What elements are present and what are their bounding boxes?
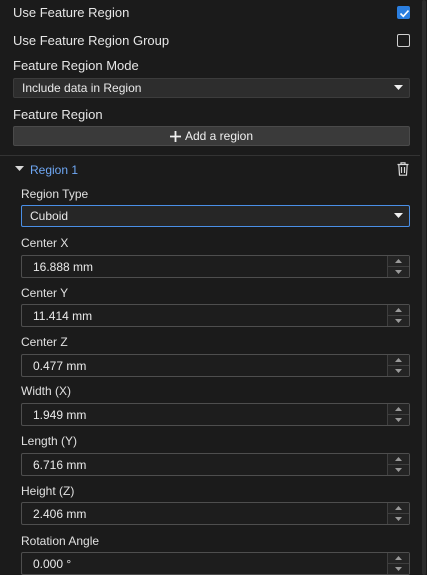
decrement-button[interactable]: [388, 415, 409, 425]
region-type-label: Region Type: [21, 187, 89, 201]
region-title[interactable]: Region 1: [30, 162, 78, 178]
decrement-button[interactable]: [388, 267, 409, 277]
center-z-value: 0.477 mm: [33, 359, 87, 373]
decrement-button[interactable]: [388, 465, 409, 475]
spin-buttons: [387, 454, 409, 475]
center-y-value: 11.414 mm: [33, 309, 93, 323]
chevron-down-icon: [394, 85, 403, 90]
use-feature-region-checkbox[interactable]: [397, 6, 410, 19]
center-x-value: 16.888 mm: [33, 260, 94, 274]
arrow-up-icon: [395, 308, 402, 312]
spin-buttons: [387, 256, 409, 277]
spin-buttons: [387, 553, 409, 574]
spin-buttons: [387, 355, 409, 376]
collapse-triangle-icon[interactable]: [15, 166, 24, 172]
length-y-value: 6.716 mm: [33, 458, 87, 472]
arrow-up-icon: [395, 259, 402, 263]
plus-icon: [169, 131, 181, 142]
arrow-down-icon: [395, 418, 402, 422]
rotation-angle-value: 0.000 °: [33, 557, 72, 571]
checkmark-icon: [399, 10, 410, 18]
arrow-down-icon: [395, 517, 402, 521]
center-y-label: Center Y: [21, 286, 69, 300]
increment-button[interactable]: [388, 256, 409, 267]
width-x-spinbox[interactable]: 1.949 mm: [21, 403, 410, 426]
spin-buttons: [387, 503, 409, 524]
decrement-button[interactable]: [388, 316, 409, 326]
rotation-angle-spinbox[interactable]: 0.000 °: [21, 552, 410, 575]
arrow-up-icon: [395, 506, 402, 510]
center-z-label: Center Z: [21, 335, 68, 349]
height-z-label: Height (Z): [21, 484, 75, 498]
arrow-up-icon: [395, 457, 402, 461]
height-z-value: 2.406 mm: [33, 507, 87, 521]
use-feature-region-group-label: Use Feature Region Group: [13, 33, 170, 48]
feature-region-mode-dropdown[interactable]: Include data in Region: [13, 78, 410, 98]
rotation-angle-label: Rotation Angle: [21, 534, 100, 548]
center-y-spinbox[interactable]: 11.414 mm: [21, 304, 410, 327]
center-z-spinbox[interactable]: 0.477 mm: [21, 354, 410, 377]
length-y-spinbox[interactable]: 6.716 mm: [21, 453, 410, 476]
decrement-button[interactable]: [388, 514, 409, 524]
feature-region-mode-value: Include data in Region: [22, 81, 142, 95]
add-region-button[interactable]: Add a region: [13, 126, 410, 146]
arrow-down-icon: [395, 369, 402, 373]
scrollbar-thumb[interactable]: [422, 0, 426, 575]
arrow-down-icon: [395, 567, 402, 571]
height-z-spinbox[interactable]: 2.406 mm: [21, 502, 410, 525]
spin-buttons: [387, 404, 409, 425]
increment-button[interactable]: [388, 404, 409, 415]
arrow-down-icon: [395, 468, 402, 472]
center-x-spinbox[interactable]: 16.888 mm: [21, 255, 410, 278]
arrow-up-icon: [395, 407, 402, 411]
decrement-button[interactable]: [388, 564, 409, 574]
region-type-dropdown[interactable]: Cuboid: [21, 205, 410, 227]
add-region-button-label: Add a region: [184, 129, 254, 143]
region-type-value: Cuboid: [30, 209, 69, 223]
trash-icon[interactable]: [397, 162, 409, 176]
arrow-down-icon: [395, 319, 402, 323]
width-x-value: 1.949 mm: [33, 408, 87, 422]
arrow-up-icon: [395, 358, 402, 362]
width-x-label: Width (X): [21, 384, 72, 398]
section-divider: [0, 155, 420, 156]
increment-button[interactable]: [388, 454, 409, 465]
chevron-down-icon: [394, 213, 403, 218]
increment-button[interactable]: [388, 553, 409, 564]
arrow-up-icon: [395, 556, 402, 560]
decrement-button[interactable]: [388, 366, 409, 376]
feature-region-mode-label: Feature Region Mode: [13, 58, 139, 73]
use-feature-region-group-checkbox[interactable]: [397, 34, 410, 47]
arrow-down-icon: [395, 270, 402, 274]
increment-button[interactable]: [388, 355, 409, 366]
use-feature-region-label: Use Feature Region: [13, 5, 130, 20]
increment-button[interactable]: [388, 503, 409, 514]
feature-region-panel: Use Feature Region Use Feature Region Gr…: [0, 0, 420, 575]
feature-region-label: Feature Region: [13, 107, 103, 122]
center-x-label: Center X: [21, 236, 69, 250]
increment-button[interactable]: [388, 305, 409, 316]
spin-buttons: [387, 305, 409, 326]
length-y-label: Length (Y): [21, 434, 78, 448]
